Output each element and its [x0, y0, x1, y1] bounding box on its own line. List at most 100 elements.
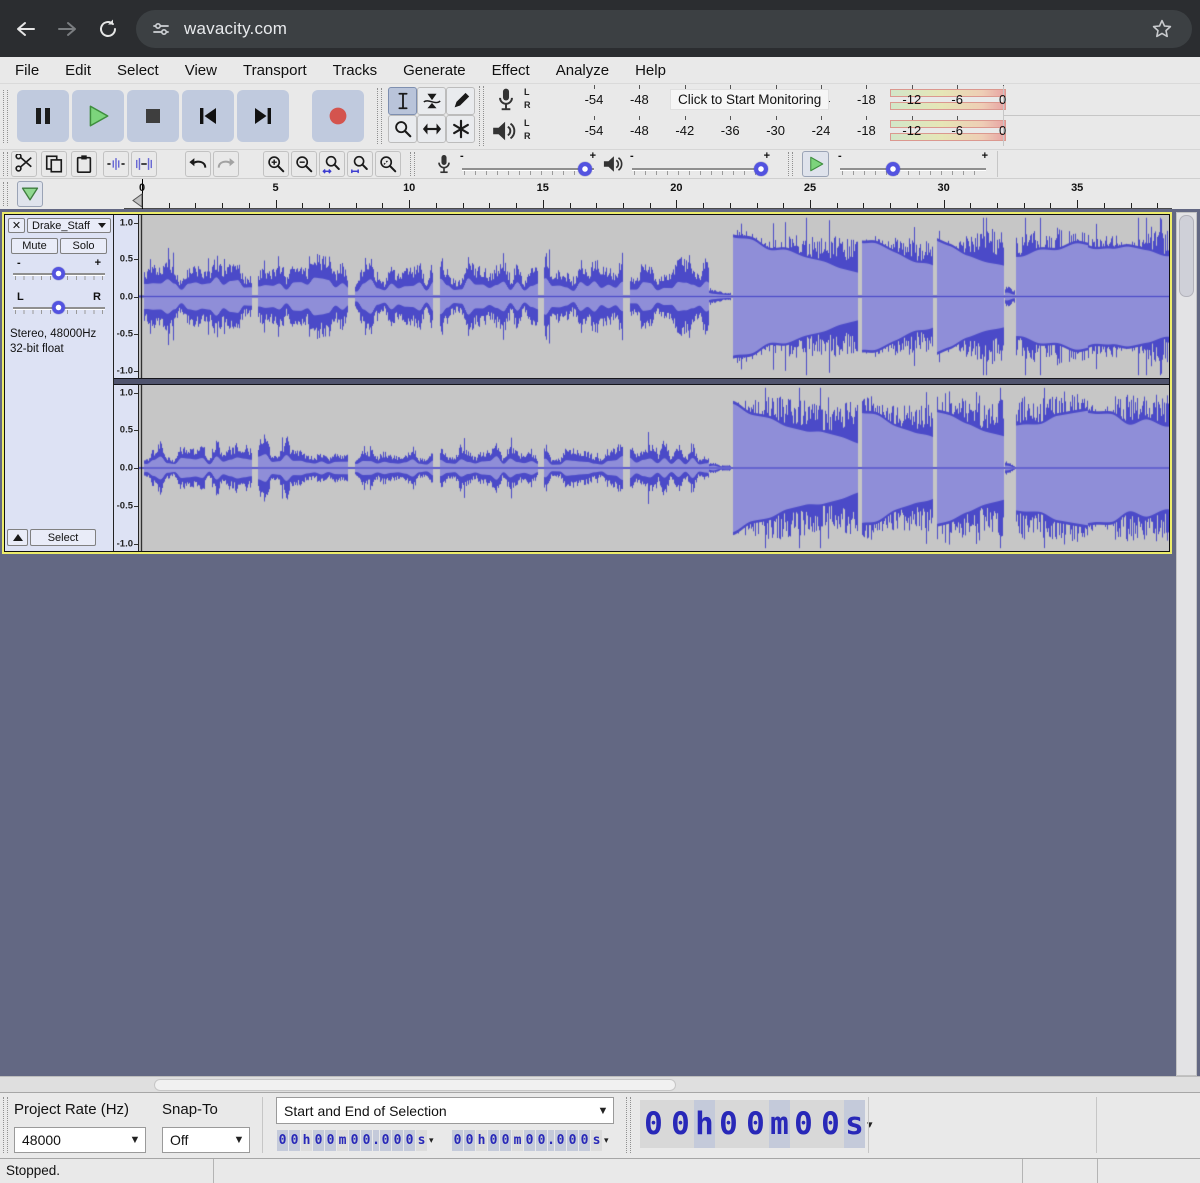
multi-tool-button[interactable]	[446, 115, 475, 143]
tune-icon[interactable]	[152, 20, 170, 38]
draw-tool-button[interactable]	[446, 87, 475, 115]
vertical-scrollbar-thumb[interactable]	[1179, 215, 1194, 297]
track-close-button[interactable]: ✕	[8, 218, 25, 233]
time-digit[interactable]: 0	[488, 1130, 499, 1151]
tools-toolbar-grip[interactable]	[377, 88, 382, 144]
gain-slider[interactable]: - +	[11, 257, 107, 287]
play-speed-thumb[interactable]	[886, 162, 900, 176]
waveform-left-channel[interactable]	[138, 215, 1169, 378]
zoom-tool-button[interactable]	[388, 115, 417, 143]
pan-slider[interactable]: L R	[11, 291, 107, 321]
dropdown-arrow-icon[interactable]: ▾	[604, 1135, 609, 1146]
redo-button[interactable]	[213, 151, 239, 177]
time-digit[interactable]: 0	[640, 1100, 667, 1148]
play-at-speed-button[interactable]	[802, 151, 829, 177]
ruler-grip[interactable]	[3, 182, 8, 206]
snap-to-combo[interactable]: Off ▼	[162, 1127, 250, 1153]
track-canvas-area[interactable]: ✕ Drake_Staff Mute Solo - + L R	[0, 209, 1200, 1076]
playback-volume-slider[interactable]: - +	[630, 152, 770, 180]
paste-button[interactable]	[71, 151, 97, 177]
silence-audio-button[interactable]	[131, 151, 157, 177]
pause-button[interactable]	[17, 90, 69, 142]
edit-toolbar-grip[interactable]	[3, 152, 8, 176]
time-digit[interactable]: 0	[452, 1130, 463, 1151]
time-unit[interactable]: .	[548, 1130, 554, 1151]
time-unit[interactable]: h	[476, 1130, 487, 1151]
time-digit[interactable]: 0	[313, 1130, 324, 1151]
horizontal-scrollbar-thumb[interactable]	[154, 1079, 676, 1091]
fit-selection-button[interactable]	[319, 151, 345, 177]
time-digit[interactable]: 0	[715, 1100, 742, 1148]
waveform-right-channel[interactable]	[138, 385, 1169, 551]
trim-audio-button[interactable]	[103, 151, 129, 177]
zoom-out-button[interactable]	[291, 151, 317, 177]
cut-button[interactable]	[11, 151, 37, 177]
envelope-tool-button[interactable]	[417, 87, 446, 115]
menu-item-analyze[interactable]: Analyze	[556, 62, 609, 79]
transport-toolbar-grip[interactable]	[3, 90, 8, 143]
time-digit[interactable]: 0	[349, 1130, 360, 1151]
playback-meter-scale[interactable]: -54-48-42-36-30-24-18-12-60	[538, 116, 998, 145]
recording-volume-thumb[interactable]	[578, 162, 592, 176]
menu-item-generate[interactable]: Generate	[403, 62, 466, 79]
menu-item-tracks[interactable]: Tracks	[333, 62, 377, 79]
time-unit[interactable]: s	[844, 1100, 865, 1148]
time-digit[interactable]: 0	[392, 1130, 403, 1151]
menu-item-help[interactable]: Help	[635, 62, 666, 79]
undo-button[interactable]	[185, 151, 211, 177]
audio-position-display[interactable]: 00h00m00s▾	[640, 1100, 873, 1148]
menu-item-file[interactable]: File	[15, 62, 39, 79]
track-select-button[interactable]: Select	[30, 529, 96, 546]
mixer-toolbar-grip[interactable]	[410, 152, 415, 176]
selection-mode-combo[interactable]: Start and End of Selection ▼	[276, 1097, 614, 1124]
time-digit[interactable]: 0	[536, 1130, 547, 1151]
vertical-scrollbar[interactable]	[1176, 212, 1197, 1076]
project-rate-combo[interactable]: 48000 ▼	[14, 1127, 146, 1153]
time-digit[interactable]: 0	[289, 1130, 300, 1151]
time-unit[interactable]: .	[373, 1130, 379, 1151]
time-unit[interactable]: h	[694, 1100, 715, 1148]
time-digit[interactable]: 0	[742, 1100, 769, 1148]
url-text[interactable]: wavacity.com	[184, 19, 287, 39]
skip-to-end-button[interactable]	[237, 90, 289, 142]
time-digit[interactable]: 0	[567, 1130, 578, 1151]
menu-item-edit[interactable]: Edit	[65, 62, 91, 79]
time-unit[interactable]: h	[301, 1130, 312, 1151]
time-unit[interactable]: m	[769, 1100, 790, 1148]
recording-meter-scale[interactable]: Click to Start Monitoring -54-48-42-36-3…	[538, 85, 998, 114]
menu-item-view[interactable]: View	[185, 62, 217, 79]
mute-button[interactable]: Mute	[11, 238, 58, 254]
vertical-ruler-right-channel[interactable]: 1.00.50.0-0.5-1.0	[114, 385, 138, 551]
selection-toolbar-grip[interactable]	[3, 1097, 8, 1153]
reload-icon[interactable]	[96, 17, 120, 41]
track-title-button[interactable]: Drake_Staff	[27, 218, 111, 233]
back-icon[interactable]	[14, 17, 38, 41]
time-digit[interactable]: 0	[790, 1100, 817, 1148]
time-digit[interactable]: 0	[667, 1100, 694, 1148]
time-unit[interactable]: s	[416, 1130, 427, 1151]
timeshift-tool-button[interactable]	[417, 115, 446, 143]
selection-tool-button[interactable]	[388, 87, 417, 115]
time-toolbar-grip[interactable]	[626, 1097, 631, 1153]
bookmark-star-icon[interactable]	[1150, 17, 1174, 41]
time-unit[interactable]: s	[591, 1130, 602, 1151]
time-digit[interactable]: 0	[817, 1100, 844, 1148]
forward-icon[interactable]	[55, 17, 79, 41]
selection-end-time[interactable]: 00h00m00.000s▾	[452, 1130, 609, 1151]
collapse-track-button[interactable]	[7, 529, 28, 546]
time-digit[interactable]: 0	[380, 1130, 391, 1151]
meter-toolbar-grip[interactable]	[479, 86, 484, 146]
skip-to-start-button[interactable]	[182, 90, 234, 142]
url-bar[interactable]: wavacity.com	[136, 10, 1192, 48]
menu-item-effect[interactable]: Effect	[492, 62, 530, 79]
timeline-options-button[interactable]	[17, 181, 43, 207]
copy-button[interactable]	[41, 151, 67, 177]
solo-button[interactable]: Solo	[60, 238, 107, 254]
time-digit[interactable]: 0	[579, 1130, 590, 1151]
selection-start-time[interactable]: 00h00m00.000s▾	[277, 1130, 434, 1151]
horizontal-scrollbar[interactable]	[0, 1076, 1200, 1092]
record-button[interactable]	[312, 90, 364, 142]
pan-thumb[interactable]	[52, 301, 65, 314]
menu-item-select[interactable]: Select	[117, 62, 159, 79]
time-unit[interactable]: m	[337, 1130, 348, 1151]
